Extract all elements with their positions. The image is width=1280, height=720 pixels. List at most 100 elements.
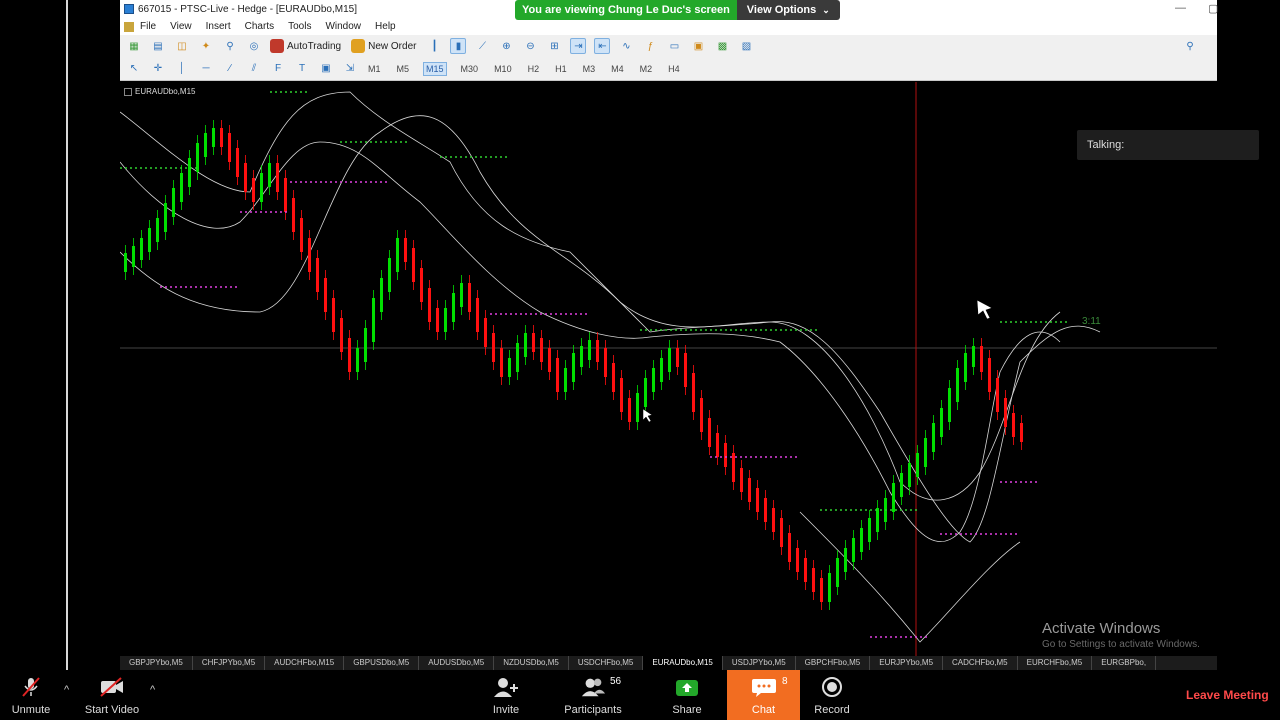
tab-cadchf[interactable]: CADCHFbo,M5 — [943, 656, 1018, 670]
tab-eurchf[interactable]: EURCHFbo,M5 — [1018, 656, 1093, 670]
fibonacci-icon[interactable]: F — [270, 61, 286, 77]
tab-gbpusd[interactable]: GBPUSDbo,M5 — [344, 656, 420, 670]
arrows-icon[interactable]: ⇲ — [342, 61, 358, 77]
menu-window[interactable]: Window — [325, 21, 361, 32]
chat-bubble-icon — [751, 676, 777, 698]
expert-advisors-icon[interactable]: ƒ — [642, 38, 658, 54]
period-m30[interactable]: M30 — [459, 63, 481, 75]
invite-button[interactable]: Invite — [488, 670, 524, 720]
terminal-icon[interactable]: ◎ — [246, 38, 262, 54]
record-button[interactable]: Record — [814, 670, 850, 720]
tab-audusd[interactable]: AUDUSDbo,M5 — [419, 656, 495, 670]
mt4-window: 667015 - PTSC-Live - Hedge - [EURAUDbo,M… — [120, 0, 1218, 670]
tab-euraud[interactable]: EURAUDbo,M15 — [643, 656, 723, 670]
unmute-button[interactable]: Unmute — [8, 670, 54, 720]
window-title: 667015 - PTSC-Live - Hedge - [EURAUDbo,M… — [138, 3, 357, 15]
vertical-line-icon[interactable]: │ — [174, 61, 190, 77]
settings-icon[interactable]: ▧ — [738, 38, 754, 54]
standard-toolbar: ▦ ▤ ◫ ✦ ⚲ ◎ AutoTrading New Order ┃ ▮ ⟋ … — [120, 35, 1217, 57]
drawing-toolbar: ↖ ✛ │ ─ ∕ ⫽ F T ▣ ⇲ M1 M5 M15 M30 M10 H2… — [120, 57, 1217, 81]
chart-symbol-text: EURAUDbo,M15 — [135, 87, 196, 96]
trendline-icon[interactable]: ∕ — [222, 61, 238, 77]
autotrading-button[interactable]: AutoTrading — [270, 39, 341, 53]
period-m10[interactable]: M10 — [492, 63, 514, 75]
options-icon[interactable]: ▩ — [714, 38, 730, 54]
candlestick-icon[interactable]: ▮ — [450, 38, 467, 54]
period-m4[interactable]: M4 — [609, 63, 626, 75]
autotrading-label: AutoTrading — [287, 40, 342, 52]
line-chart-icon[interactable]: ⟋ — [474, 38, 490, 54]
data-window-icon[interactable]: ✦ — [198, 38, 214, 54]
period-h1[interactable]: H1 — [553, 63, 569, 75]
video-options-caret-icon[interactable]: ^ — [150, 684, 155, 696]
bar-chart-icon[interactable]: ┃ — [426, 38, 442, 54]
price-chart[interactable]: EURAUDbo,M15 — [120, 82, 1217, 656]
menu-file[interactable]: File — [140, 21, 156, 32]
channel-icon[interactable]: ⫽ — [246, 61, 262, 77]
activate-line1: Activate Windows — [1042, 620, 1161, 637]
new-chart-icon[interactable]: ▦ — [126, 38, 142, 54]
menu-insert[interactable]: Insert — [206, 21, 231, 32]
navigator-icon[interactable]: ⚲ — [222, 38, 238, 54]
market-watch-icon[interactable]: ◫ — [174, 38, 190, 54]
share-button[interactable]: Share — [670, 670, 704, 720]
audio-options-caret-icon[interactable]: ^ — [64, 684, 69, 696]
crosshair-icon[interactable]: ✛ — [150, 61, 166, 77]
document-icon — [124, 21, 134, 32]
profiles-icon[interactable]: ▤ — [150, 38, 166, 54]
period-h2[interactable]: H2 — [526, 63, 542, 75]
period-m5[interactable]: M5 — [395, 63, 412, 75]
indicators-icon[interactable]: ∿ — [618, 38, 634, 54]
chart-shift-icon[interactable]: ⇥ — [570, 38, 587, 54]
tab-eurjpy[interactable]: EURJPYbo,M5 — [870, 656, 944, 670]
period-m15[interactable]: M15 — [423, 61, 447, 76]
menu-charts[interactable]: Charts — [245, 21, 274, 32]
tile-windows-icon[interactable]: ⊞ — [546, 38, 562, 54]
period-m2[interactable]: M2 — [638, 63, 655, 75]
templates-icon[interactable]: ▣ — [690, 38, 706, 54]
period-h4[interactable]: H4 — [666, 63, 682, 75]
lower-band — [799, 511, 1021, 643]
zoom-control-bar: Unmute ^ Start Video ^ Invite Participan… — [0, 670, 1280, 720]
leave-meeting-button[interactable]: Leave Meeting — [1186, 688, 1269, 702]
label-icon[interactable]: ▣ — [318, 61, 334, 77]
text-icon[interactable]: T — [294, 61, 310, 77]
auto-scroll-icon[interactable]: ⇤ — [594, 38, 611, 54]
menu-help[interactable]: Help — [375, 21, 396, 32]
new-order-icon — [351, 39, 366, 53]
tab-nzdusd[interactable]: NZDUSDbo,M5 — [494, 656, 569, 670]
tab-usdchf[interactable]: USDCHFbo,M5 — [569, 656, 644, 670]
cursor-icon[interactable]: ↖ — [126, 61, 142, 77]
record-label: Record — [814, 704, 850, 716]
zoom-in-icon[interactable]: ⊕ — [498, 38, 514, 54]
search-icon[interactable]: ⚲ — [1182, 38, 1198, 54]
mt4-app-icon — [124, 4, 134, 14]
horizontal-line-icon[interactable]: ─ — [198, 61, 214, 77]
minimize-icon[interactable]: — — [1175, 2, 1186, 14]
tab-eurgbp[interactable]: EURGBPbo, — [1092, 656, 1157, 670]
menu-tools[interactable]: Tools — [288, 21, 311, 32]
periodicity-icon[interactable]: ▭ — [666, 38, 682, 54]
outer-band — [120, 91, 1101, 543]
tab-audchf[interactable]: AUDCHFbo,M15 — [265, 656, 345, 670]
zoom-screen-share: 667015 - PTSC-Live - Hedge - [EURAUDbo,M… — [0, 0, 1280, 720]
video-off-icon — [99, 676, 125, 698]
zoom-out-icon[interactable]: ⊖ — [522, 38, 538, 54]
view-options-button[interactable]: View Options ⌄ — [736, 0, 840, 20]
start-video-button[interactable]: Start Video — [84, 670, 140, 720]
chat-button[interactable]: Chat — [727, 670, 800, 720]
chevron-down-icon: ⌄ — [822, 5, 830, 15]
restore-icon[interactable]: ▢ — [1208, 2, 1218, 15]
tab-gbpchf[interactable]: GBPCHFbo,M5 — [796, 656, 871, 670]
tab-gbpjpy[interactable]: GBPJPYbo,M5 — [120, 656, 193, 670]
candles-group — [124, 120, 1023, 610]
activate-windows-watermark: Activate Windows Go to Settings to activ… — [1042, 620, 1200, 650]
tab-chfjpy[interactable]: CHFJPYbo,M5 — [193, 656, 266, 670]
period-m3[interactable]: M3 — [581, 63, 598, 75]
left-panel — [0, 0, 66, 670]
new-order-label: New Order — [368, 40, 417, 52]
tab-usdjpy[interactable]: USDJPYbo,M5 — [723, 656, 796, 670]
new-order-button[interactable]: New Order — [351, 39, 416, 53]
menu-view[interactable]: View — [170, 21, 192, 32]
period-m1[interactable]: M1 — [366, 63, 383, 75]
